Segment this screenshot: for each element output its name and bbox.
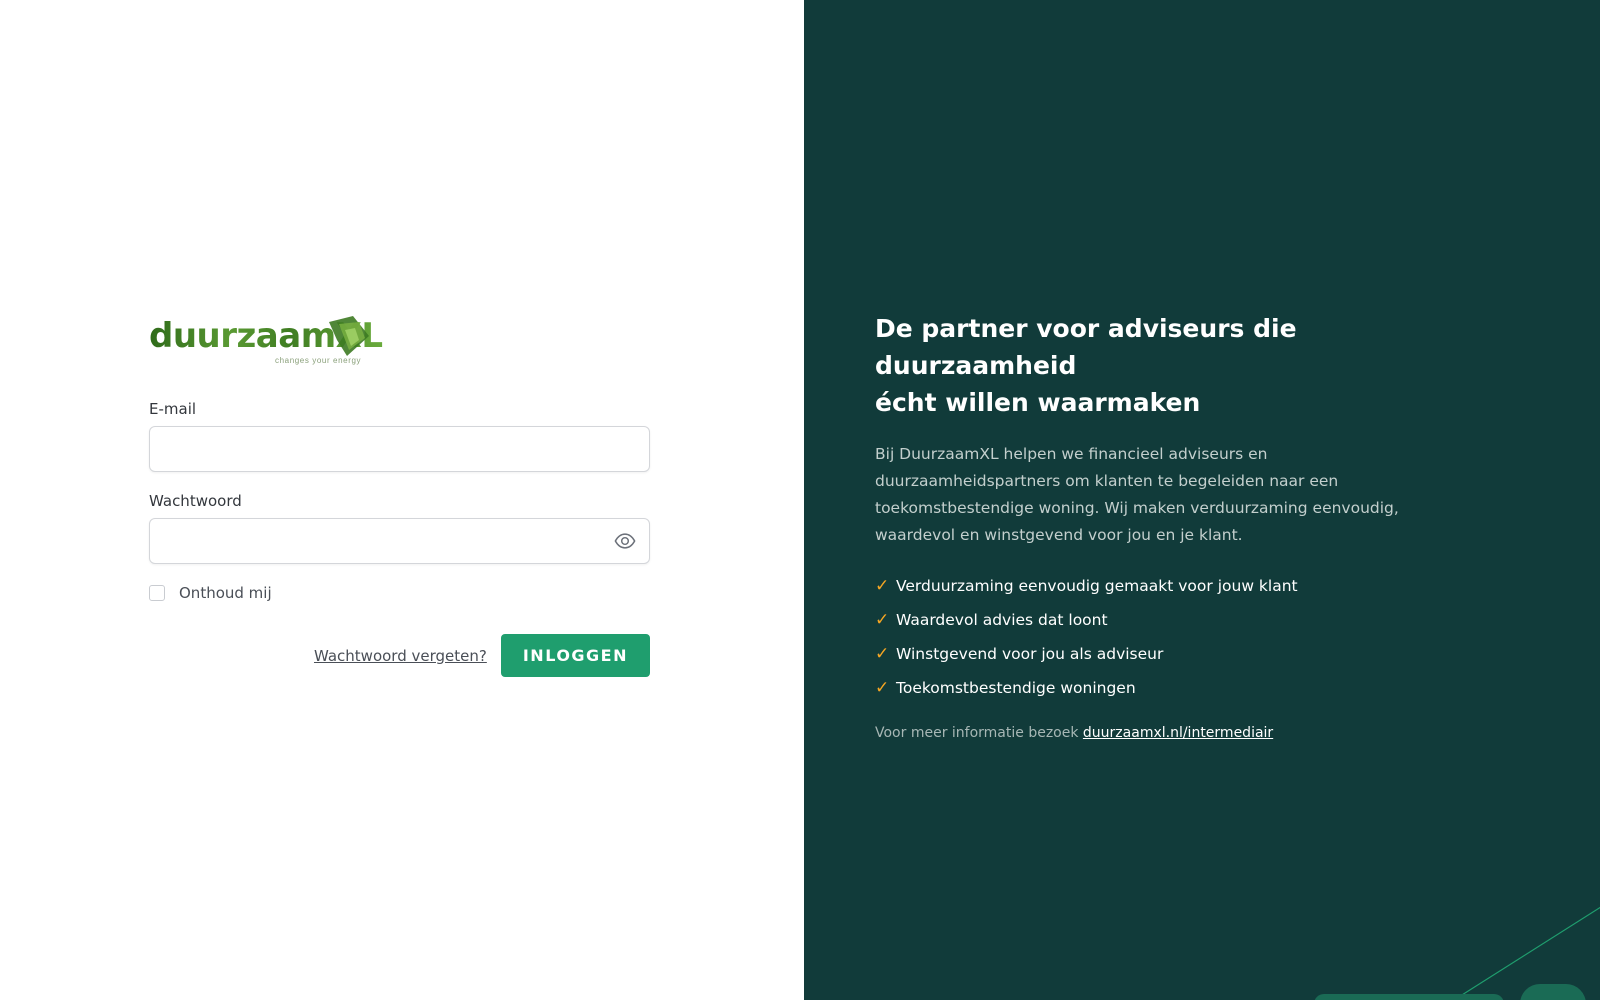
password-wrapper	[149, 518, 650, 564]
benefits-list: ✓ Verduurzaming eenvoudig gemaakt voor j…	[875, 569, 1455, 705]
remember-me-label[interactable]: Onthoud mij	[179, 584, 272, 602]
check-icon: ✓	[875, 576, 890, 596]
benefit-text: Verduurzaming eenvoudig gemaakt voor jou…	[896, 577, 1298, 595]
promo-headline: De partner voor adviseurs die duurzaamhe…	[875, 310, 1455, 421]
email-field-group: E-mail	[149, 400, 650, 472]
list-item: ✓ Verduurzaming eenvoudig gemaakt voor j…	[875, 569, 1455, 603]
eye-icon[interactable]	[614, 531, 636, 551]
logo-leaf-icon	[329, 316, 369, 356]
login-button[interactable]: INLOGGEN	[500, 634, 650, 677]
benefit-text: Winstgevend voor jou als adviseur	[896, 645, 1164, 663]
email-label: E-mail	[149, 400, 197, 418]
remember-me-row: Onthoud mij	[149, 584, 650, 602]
form-actions: Wachtwoord vergeten? INLOGGEN	[149, 634, 650, 677]
list-item: ✓ Winstgevend voor jou als adviseur	[875, 637, 1455, 671]
check-icon: ✓	[875, 644, 890, 664]
password-field-group: Wachtwoord	[149, 492, 650, 564]
check-icon: ✓	[875, 678, 890, 698]
logo-tagline: changes your energy	[275, 356, 362, 365]
duurzaamxl-logo: duurzaamXL changes your energy	[149, 314, 383, 370]
intermediair-link[interactable]: duurzaamxl.nl/intermediair	[1083, 725, 1273, 741]
login-panel: duurzaamXL changes your energy E-mail Wa…	[0, 0, 804, 1000]
more-info-text: Voor meer informatie bezoek	[875, 725, 1083, 741]
promo-panel: De partner voor adviseurs die duurzaamhe…	[804, 0, 1600, 1000]
list-item: ✓ Toekomstbestendige woningen	[875, 671, 1455, 705]
benefit-text: Toekomstbestendige woningen	[896, 679, 1136, 697]
list-item: ✓ Waardevol advies dat loont	[875, 603, 1455, 637]
more-info-line: Voor meer informatie bezoek duurzaamxl.n…	[875, 725, 1455, 741]
check-icon: ✓	[875, 610, 890, 630]
email-input[interactable]	[149, 426, 650, 472]
login-form: duurzaamXL changes your energy E-mail Wa…	[149, 314, 650, 677]
password-label: Wachtwoord	[149, 492, 242, 510]
forgot-password-link[interactable]: Wachtwoord vergeten?	[314, 647, 487, 665]
remember-me-checkbox[interactable]	[149, 585, 165, 601]
promo-content: De partner voor adviseurs die duurzaamhe…	[875, 310, 1455, 741]
benefit-text: Waardevol advies dat loont	[896, 611, 1108, 629]
login-page: duurzaamXL changes your energy E-mail Wa…	[0, 0, 1600, 1000]
headline-line-1: De partner voor adviseurs die duurzaamhe…	[875, 314, 1297, 380]
promo-intro: Bij DuurzaamXL helpen we financieel advi…	[875, 445, 1399, 544]
password-input[interactable]	[149, 518, 650, 564]
headline-line-2: écht willen waarmaken	[875, 388, 1201, 417]
